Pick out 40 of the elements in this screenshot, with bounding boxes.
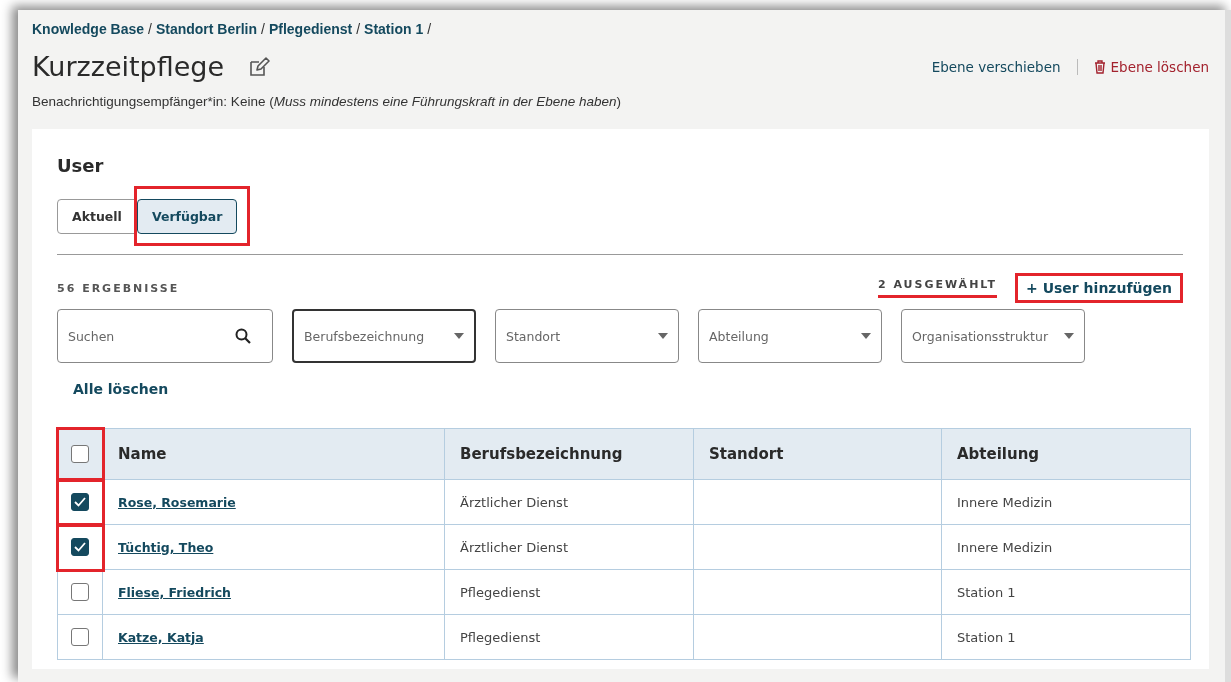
table-cell: Station 1 xyxy=(941,614,1191,660)
table-cell: Ärztlicher Dienst xyxy=(444,479,694,525)
filter-dropdown[interactable]: Abteilung xyxy=(698,309,882,363)
tab[interactable]: Aktuell xyxy=(57,198,137,234)
page-title: Kurzzeitpflege xyxy=(32,51,225,82)
breadcrumb-link[interactable]: Standort Berlin xyxy=(155,21,258,37)
result-count: 56 ERGEBNISSE xyxy=(57,281,180,295)
section-title: User xyxy=(57,155,105,176)
column-header: Standort xyxy=(693,428,942,480)
clear-all-link[interactable]: Alle löschen xyxy=(73,381,169,397)
table-cell: Innere Medizin xyxy=(941,524,1191,570)
search-field[interactable]: Suchen xyxy=(57,309,273,363)
column-header: Abteilung xyxy=(941,428,1191,480)
name-link[interactable]: Tüchtig, Theo xyxy=(118,539,214,555)
delete-button[interactable]: Ebene löschen xyxy=(1093,58,1209,75)
filter-dropdown[interactable]: Organisationsstruktur xyxy=(901,309,1085,363)
breadcrumb-link[interactable]: Pflegedienst xyxy=(268,21,353,37)
table-cell: Pflegedienst xyxy=(444,569,694,615)
column-header: Berufsbezeichnung xyxy=(444,428,694,480)
table-cell: Station 1 xyxy=(941,569,1191,615)
table-cell: Innere Medizin xyxy=(941,479,1191,525)
filter-dropdown[interactable]: Standort xyxy=(495,309,679,363)
breadcrumb-separator: / xyxy=(148,21,152,37)
breadcrumb-separator: / xyxy=(356,21,361,37)
breadcrumb-link[interactable]: Knowledge Base xyxy=(32,21,145,37)
column-header: Name xyxy=(102,428,445,480)
tab[interactable]: Verfügbar xyxy=(136,199,238,234)
filter-dropdown[interactable]: Berufsbezeichnung xyxy=(292,309,476,363)
notice-text: Benachrichtigungsempfänger*in: Keine (Muss mindestens eine Führungskraft in der Ebene haben) xyxy=(32,94,623,109)
breadcrumb-separator: / xyxy=(427,21,432,37)
table-cell: Pflegedienst xyxy=(444,614,694,660)
name-link[interactable]: Katze, Katja xyxy=(118,629,204,645)
selected-count: 2 AUSGEWÄHLT xyxy=(877,278,998,298)
breadcrumb-link[interactable]: Station 1 xyxy=(364,21,424,37)
add-user-button[interactable]: + User hinzufügen xyxy=(1015,273,1183,303)
move-button[interactable]: Ebene verschieben xyxy=(931,58,1061,75)
table-cell: Ärztlicher Dienst xyxy=(444,524,694,570)
breadcrumb-separator: / xyxy=(261,21,265,37)
name-link[interactable]: Rose, Rosemarie xyxy=(118,494,236,510)
name-link[interactable]: Fliese, Friedrich xyxy=(118,584,231,600)
